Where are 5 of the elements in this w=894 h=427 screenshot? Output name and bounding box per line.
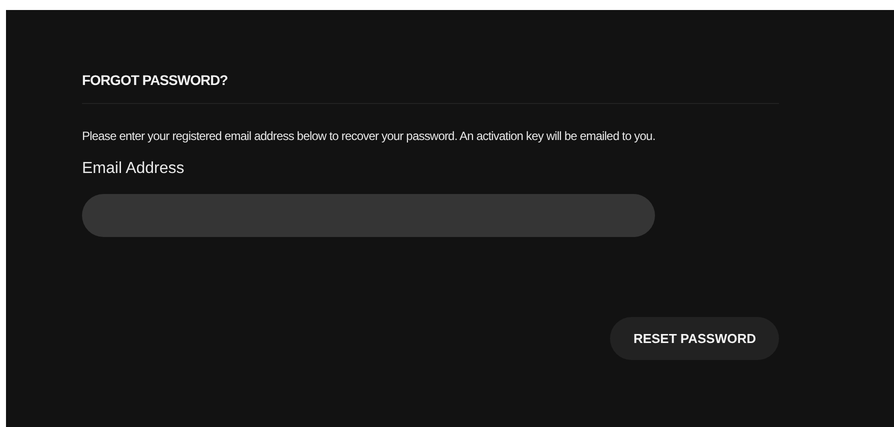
reset-password-button[interactable]: RESET PASSWORD [610,317,779,360]
form-title: FORGOT PASSWORD? [82,71,229,90]
email-label: Email Address [82,159,186,179]
email-field[interactable] [82,194,655,237]
instructions-text: Please enter your registered email address below to recover your password. An activation key will be emailed to you. [82,128,656,145]
